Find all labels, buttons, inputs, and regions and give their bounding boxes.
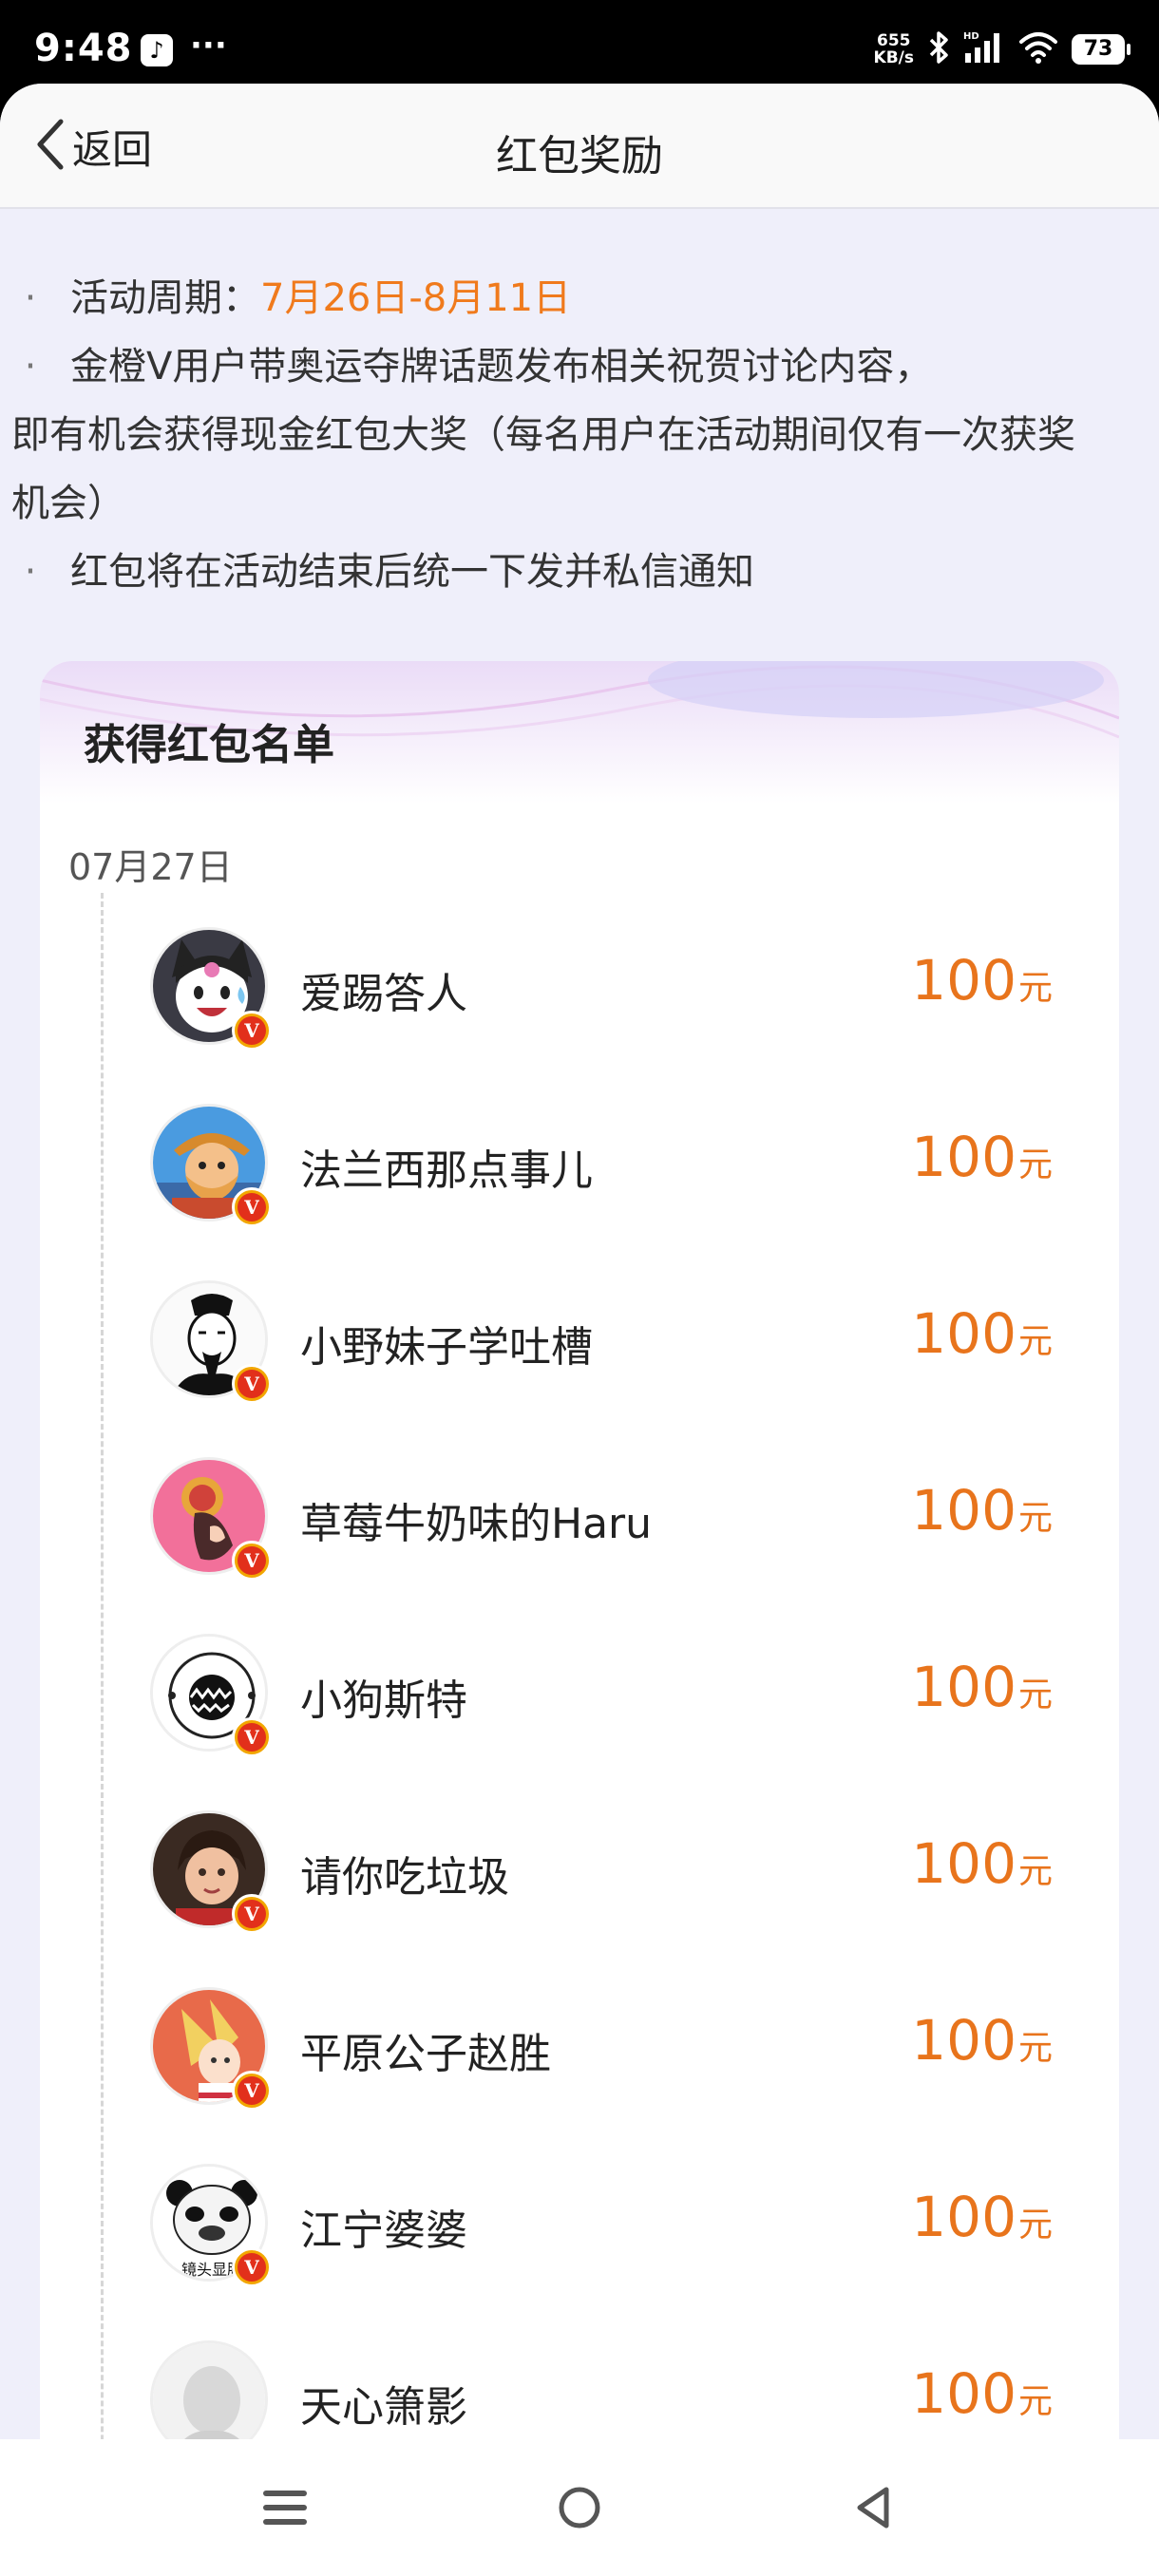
- prize-amount: 100元: [911, 948, 1053, 1013]
- date-label: 07月27日: [68, 846, 233, 888]
- svg-text:HD: HD: [963, 31, 979, 42]
- winner-row[interactable]: V 法兰西那点事儿 100元: [40, 1075, 1119, 1252]
- prize-amount-value: 100: [911, 1125, 1016, 1189]
- prize-amount: 100元: [911, 1478, 1053, 1543]
- verified-badge-icon: V: [232, 1187, 272, 1227]
- prize-amount-unit: 元: [1017, 2029, 1053, 2068]
- activity-rules: · 活动周期：7月26日-8月11日 · 金橙V用户带奥运夺牌话题发布相关祝贺讨…: [11, 264, 1106, 606]
- winner-row[interactable]: 镜头显胖 V 江宁婆婆 100元: [40, 2135, 1119, 2312]
- bullet: ·: [24, 276, 37, 320]
- system-nav-bar: [0, 2439, 1159, 2576]
- status-bar: 9:48 ♪ ··· 655 KB/s HD 73: [0, 0, 1159, 85]
- prize-amount-unit: 元: [1017, 1322, 1053, 1361]
- winner-name[interactable]: 法兰西那点事儿: [300, 1136, 593, 1197]
- winner-name[interactable]: 江宁婆婆: [300, 2196, 467, 2257]
- statue-avatar[interactable]: [150, 2340, 268, 2439]
- winner-row[interactable]: V 请你吃垃圾 100元: [40, 1782, 1119, 1959]
- winner-name[interactable]: 草莓牛奶味的Haru: [300, 1489, 652, 1550]
- period-value: 7月26日-8月11日: [260, 276, 572, 320]
- prize-amount-value: 100: [911, 948, 1016, 1013]
- winner-row[interactable]: 天心箫影 100元: [40, 2312, 1119, 2439]
- page-title: 红包奖励: [496, 132, 663, 180]
- winner-name[interactable]: 小狗斯特: [300, 1666, 467, 1727]
- prize-amount-value: 100: [911, 1655, 1016, 1719]
- winner-list-card: 获得红包名单 07月27日 V 爱踢答人 100元 V 法兰西那点事儿 100元…: [40, 661, 1119, 2439]
- verified-badge-icon: V: [232, 2247, 272, 2287]
- network-speed: 655 KB/s: [874, 32, 914, 66]
- prize-amount-unit: 元: [1017, 1146, 1053, 1184]
- winner-name[interactable]: 爱踢答人: [300, 959, 467, 1020]
- wifi-icon: [1018, 30, 1058, 68]
- winner-name[interactable]: 天心箫影: [300, 2373, 467, 2434]
- signal-icon: HD: [963, 30, 1005, 68]
- rule-eligibility: · 金橙V用户带奥运夺牌话题发布相关祝贺讨论内容，: [25, 332, 1106, 401]
- prize-amount: 100元: [911, 2185, 1053, 2249]
- winner-row[interactable]: V 爱踢答人 100元: [40, 899, 1119, 1075]
- tiktok-icon: ♪: [141, 34, 173, 66]
- prize-amount-value: 100: [911, 1478, 1016, 1543]
- menu-icon[interactable]: [252, 2474, 318, 2541]
- battery-indicator: 73: [1072, 34, 1130, 65]
- bullet: ·: [24, 550, 37, 594]
- prize-amount: 100元: [911, 1301, 1053, 1366]
- verified-badge-icon: V: [232, 2071, 272, 2111]
- rule-distribution: · 红包将在活动结束后统一下发并私信通知: [25, 538, 1106, 606]
- rule-eligibility-first-line: 金橙V用户带奥运夺牌话题发布相关祝贺讨论内容，: [70, 345, 933, 388]
- prize-amount-unit: 元: [1017, 1499, 1053, 1538]
- more-notifications-icon: ···: [190, 27, 227, 65]
- bluetooth-icon: [927, 30, 950, 68]
- winner-row[interactable]: V 草莓牛奶味的Haru 100元: [40, 1429, 1119, 1605]
- winner-row[interactable]: V 平原公子赵胜 100元: [40, 1959, 1119, 2135]
- bullet: ·: [24, 345, 37, 388]
- prize-amount: 100元: [911, 1655, 1053, 1719]
- prize-amount-value: 100: [911, 2008, 1016, 2073]
- prize-amount-value: 100: [911, 1831, 1016, 1896]
- status-time: 9:48: [34, 27, 133, 70]
- prize-amount: 100元: [911, 2361, 1053, 2426]
- prize-amount-unit: 元: [1017, 969, 1053, 1008]
- winner-name[interactable]: 请你吃垃圾: [300, 1843, 509, 1904]
- back-triangle-icon[interactable]: [841, 2474, 907, 2541]
- app-screen: 返回 红包奖励 · 活动周期：7月26日-8月11日 · 金橙V用户带奥运夺牌话…: [0, 84, 1159, 2439]
- prize-amount-unit: 元: [1017, 2206, 1053, 2245]
- verified-badge-icon: V: [232, 1011, 272, 1051]
- prize-amount-unit: 元: [1017, 2382, 1053, 2421]
- home-circle-icon[interactable]: [546, 2474, 613, 2541]
- rule-period: · 活动周期：7月26日-8月11日: [25, 264, 1106, 332]
- rule-distribution-text: 红包将在活动结束后统一下发并私信通知: [70, 550, 754, 594]
- prize-amount: 100元: [911, 2008, 1053, 2073]
- prize-amount-unit: 元: [1017, 1676, 1053, 1714]
- verified-badge-icon: V: [232, 1894, 272, 1934]
- verified-badge-icon: V: [232, 1717, 272, 1757]
- rule-eligibility-continuation: 即有机会获得现金红包大奖（每名用户在活动期间仅有一次获奖机会）: [11, 413, 1075, 525]
- winner-name[interactable]: 平原公子赵胜: [300, 2019, 551, 2080]
- network-speed-value: 655: [877, 31, 911, 50]
- prize-amount-value: 100: [911, 2361, 1016, 2426]
- winner-row[interactable]: V 小野妹子学吐槽 100元: [40, 1252, 1119, 1429]
- prize-amount-unit: 元: [1017, 1852, 1053, 1891]
- winner-row[interactable]: V 小狗斯特 100元: [40, 1605, 1119, 1782]
- status-indicators: 655 KB/s HD 73: [874, 28, 1130, 70]
- card-title: 获得红包名单: [84, 721, 334, 769]
- period-label: 活动周期：: [70, 276, 260, 320]
- prize-amount-value: 100: [911, 1301, 1016, 1366]
- winner-name[interactable]: 小野妹子学吐槽: [300, 1313, 593, 1373]
- network-speed-unit: KB/s: [873, 48, 914, 67]
- prize-amount: 100元: [911, 1831, 1053, 1896]
- verified-badge-icon: V: [232, 1541, 272, 1581]
- prize-amount: 100元: [911, 1125, 1053, 1189]
- prize-amount-value: 100: [911, 2185, 1016, 2249]
- verified-badge-icon: V: [232, 1364, 272, 1404]
- header-bar: 返回 红包奖励: [0, 84, 1159, 209]
